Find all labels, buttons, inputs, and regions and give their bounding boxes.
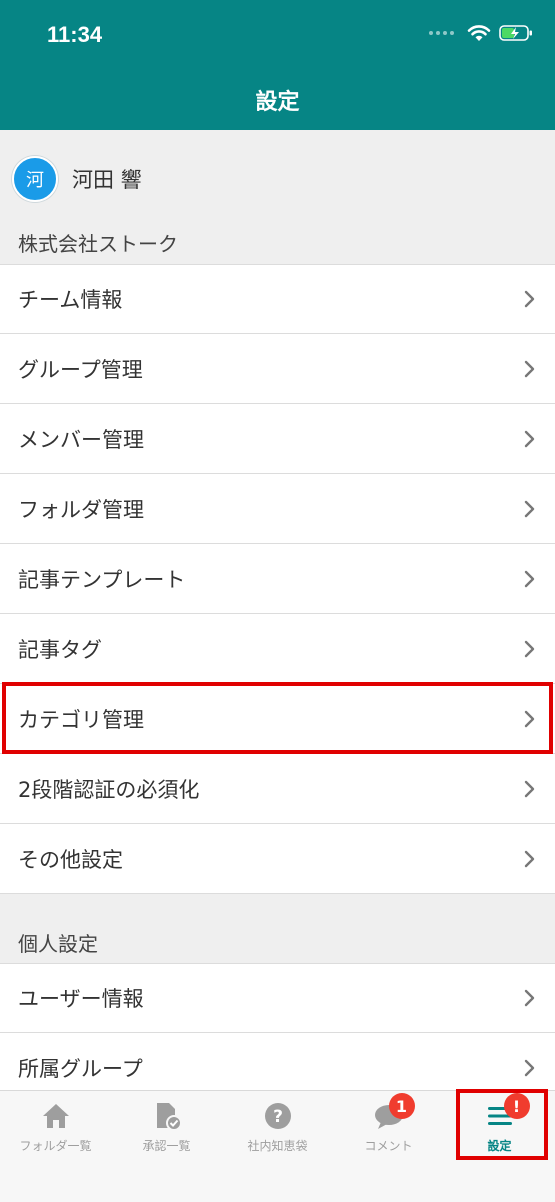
signal-icon: [429, 30, 459, 36]
menu-item-label: チーム情報: [18, 288, 123, 312]
tab-comments[interactable]: 1 コメント: [333, 1091, 444, 1181]
menu-item-label: 所属グループ: [18, 1056, 143, 1081]
chat-icon: 1: [373, 1093, 415, 1131]
personal-settings-list: ユーザー情報 所属グループ: [0, 963, 555, 1103]
chevron-right-icon: [524, 780, 535, 797]
avatar: 河: [12, 156, 58, 202]
tab-label: フォルダ一覧: [19, 1139, 92, 1153]
tab-settings[interactable]: ! 設定: [444, 1091, 555, 1181]
chevron-right-icon: [524, 290, 535, 308]
chevron-right-icon: [524, 570, 535, 587]
user-name: 河田 響: [72, 168, 142, 192]
tab-knowledge-qa[interactable]: ? 社内知恵袋: [222, 1091, 333, 1181]
chevron-right-icon: [524, 360, 535, 377]
question-icon: ?: [263, 1101, 293, 1131]
menu-item-label: フォルダ管理: [18, 497, 144, 522]
svg-text:?: ?: [273, 1107, 283, 1127]
status-time: 11:34: [47, 22, 103, 47]
tab-label: 設定: [487, 1139, 512, 1153]
menu-item-label: 記事テンプレート: [18, 567, 186, 592]
chevron-right-icon: [524, 640, 535, 657]
menu-item-category-management[interactable]: カテゴリ管理: [0, 684, 555, 754]
section-label-personal: 個人設定: [18, 932, 98, 956]
settings-alert-badge: !: [503, 1093, 530, 1119]
menu-item-member-management[interactable]: メンバー管理: [0, 404, 555, 474]
chevron-right-icon: [524, 989, 535, 1007]
chevron-right-icon: [524, 430, 535, 447]
company-settings-list: チーム情報 グループ管理 メンバー管理 フォルダ管理 記事テンプレート 記事タグ…: [0, 264, 555, 894]
menu-item-label: 記事タグ: [18, 637, 102, 662]
menu-item-label: 2段階認証の必須化: [18, 777, 200, 802]
menu-item-label: その他設定: [18, 847, 123, 872]
chevron-right-icon: [524, 710, 535, 727]
menu-item-user-info[interactable]: ユーザー情報: [0, 963, 555, 1033]
menu-item-label: グループ管理: [18, 357, 143, 382]
home-icon: [41, 1101, 71, 1131]
user-profile-row[interactable]: 河 河田 響: [0, 150, 555, 208]
tab-approval-list[interactable]: 承認一覧: [111, 1091, 222, 1181]
menu-item-team-info[interactable]: チーム情報: [0, 264, 555, 334]
menu-item-article-template[interactable]: 記事テンプレート: [0, 544, 555, 614]
chevron-right-icon: [524, 850, 535, 867]
wifi-icon: [467, 24, 491, 42]
chevron-right-icon: [524, 1059, 535, 1076]
menu-item-folder-management[interactable]: フォルダ管理: [0, 474, 555, 544]
menu-item-article-tags[interactable]: 記事タグ: [0, 614, 555, 684]
tab-folder-list[interactable]: フォルダ一覧: [0, 1091, 111, 1181]
header: 11:34 設定: [0, 0, 555, 130]
tab-label: コメント: [364, 1139, 413, 1153]
tab-bar: フォルダ一覧 承認一覧 ? 社内知恵袋 1 コメント ! 設定: [0, 1090, 555, 1202]
menu-item-group-management[interactable]: グループ管理: [0, 334, 555, 404]
page-title: 設定: [255, 90, 300, 115]
tab-label: 社内知恵袋: [247, 1139, 308, 1153]
battery-charging-icon: [499, 24, 533, 42]
status-icons: [429, 24, 533, 42]
section-label-company: 株式会社ストーク: [18, 232, 178, 256]
menu-icon: !: [486, 1093, 530, 1131]
menu-item-label: メンバー管理: [18, 427, 144, 452]
menu-item-other-settings[interactable]: その他設定: [0, 824, 555, 894]
chevron-right-icon: [524, 500, 535, 517]
comment-badge: 1: [388, 1093, 415, 1119]
document-check-icon: [152, 1101, 182, 1131]
menu-item-label: カテゴリ管理: [18, 707, 144, 732]
tab-label: 承認一覧: [142, 1139, 191, 1153]
menu-item-label: ユーザー情報: [18, 987, 144, 1011]
menu-item-two-factor-required[interactable]: 2段階認証の必須化: [0, 754, 555, 824]
